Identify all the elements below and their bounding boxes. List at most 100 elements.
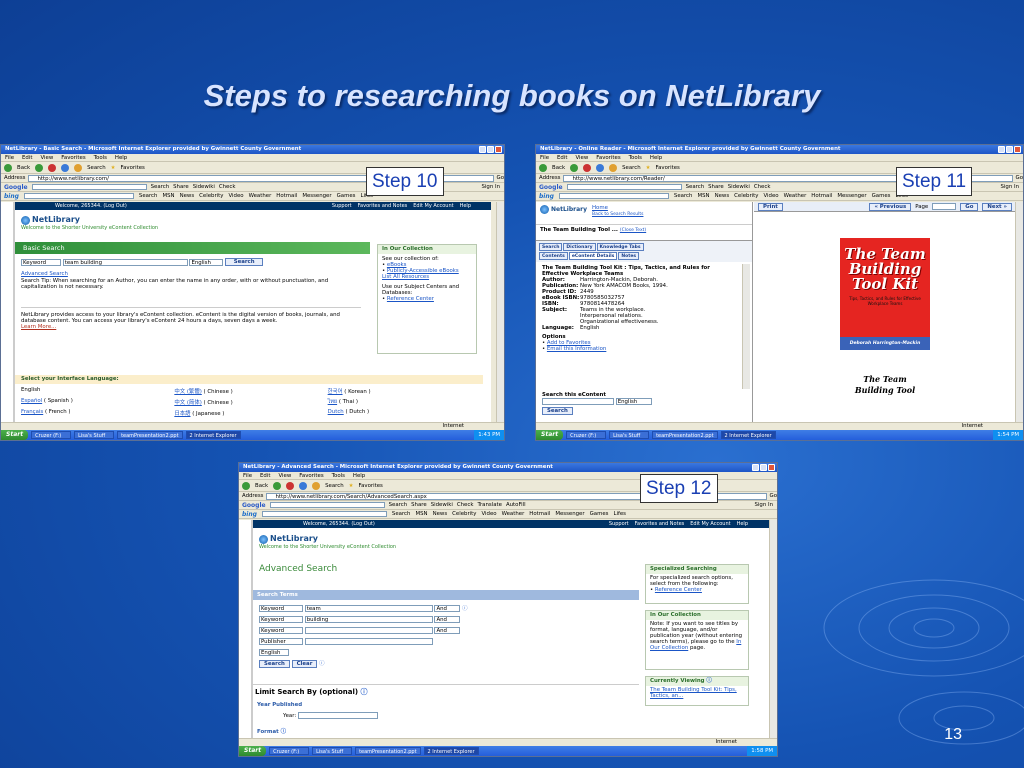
go-button[interactable]: Go [1016, 175, 1023, 181]
back-arrow-icon[interactable] [242, 481, 250, 490]
help-icon[interactable]: ⓘ [361, 688, 368, 696]
language-korean[interactable]: 한국어 ( Korean ) [328, 387, 481, 395]
search-button[interactable]: Search [259, 659, 290, 668]
stop-icon[interactable] [583, 163, 592, 172]
home-icon[interactable] [74, 163, 83, 172]
favorites-toolbar-button[interactable]: Favorites [358, 483, 382, 489]
games-link[interactable]: Games [337, 193, 356, 199]
term-operator-select[interactable]: And [434, 605, 461, 612]
close-button[interactable] [1014, 146, 1021, 153]
support-link[interactable]: Support [332, 202, 352, 210]
bing-search-button[interactable]: Search [392, 511, 411, 517]
bing-search-input[interactable] [558, 193, 669, 199]
favorites-star-icon[interactable]: ★ [111, 165, 116, 171]
hotmail-link[interactable]: Hotmail [276, 193, 297, 199]
forward-arrow-icon[interactable] [35, 163, 44, 172]
menu-file[interactable]: File [243, 472, 252, 479]
taskbar-ie[interactable]: 2 Internet Explorer [185, 431, 241, 439]
bing-search-button[interactable]: Search [139, 193, 158, 199]
reference-center-link[interactable]: Reference Center [387, 296, 434, 302]
menu-tools[interactable]: Tools [94, 154, 107, 161]
term-field-select[interactable]: Keyword [259, 627, 303, 634]
sign-in-button[interactable]: Sign In [755, 502, 773, 508]
term-input[interactable]: building [304, 616, 433, 623]
menu-help[interactable]: Help [353, 472, 365, 479]
favorites-toolbar-button[interactable]: Favorites [655, 165, 679, 171]
back-label[interactable]: Back [255, 483, 268, 489]
favorites-toolbar-button[interactable]: Favorites [120, 165, 144, 171]
back-label[interactable]: Back [552, 165, 565, 171]
google-search-button[interactable]: Search [151, 184, 170, 190]
news-link[interactable]: News [715, 193, 730, 199]
language-select[interactable]: English [189, 258, 224, 266]
previous-page-button[interactable]: « Previous [869, 202, 912, 211]
tab-contents[interactable]: Contents [539, 252, 568, 260]
menu-help[interactable]: Help [115, 154, 127, 161]
messenger-link[interactable]: Messenger [837, 193, 866, 199]
close-button[interactable] [495, 146, 502, 153]
taskbar-ie[interactable]: 2 Internet Explorer [423, 747, 479, 755]
close-button[interactable] [768, 464, 775, 471]
back-label[interactable]: Back [17, 165, 30, 171]
bing-search-button[interactable]: Search [674, 193, 693, 199]
search-toolbar-button[interactable]: Search [325, 483, 344, 489]
help-icon[interactable]: ⓘ [462, 606, 467, 612]
share-button[interactable]: Share [708, 184, 724, 190]
start-button[interactable]: Start [1, 430, 29, 440]
weather-link[interactable]: Weather [784, 193, 807, 199]
menu-tools[interactable]: Tools [629, 154, 642, 161]
search-input[interactable]: team building [62, 258, 188, 266]
search-button[interactable]: Search [225, 258, 264, 266]
language-select[interactable]: English [259, 649, 289, 656]
netlibrary-logo[interactable]: NetLibrary [270, 534, 318, 543]
menu-file[interactable]: File [540, 154, 549, 161]
tab-notes[interactable]: Notes [618, 252, 640, 260]
language-french[interactable]: Français ( French ) [21, 409, 174, 417]
bing-search-input[interactable] [261, 511, 387, 517]
menu-favorites[interactable]: Favorites [299, 472, 323, 479]
close-text-link[interactable]: (Close Text) [620, 228, 646, 233]
games-link[interactable]: Games [872, 193, 891, 199]
menu-help[interactable]: Help [650, 154, 662, 161]
favorites-star-icon[interactable]: ★ [349, 483, 354, 489]
help-link[interactable]: Help [737, 520, 748, 528]
weather-link[interactable]: Weather [249, 193, 272, 199]
term-input[interactable] [304, 627, 433, 634]
language-spanish[interactable]: Español ( Spanish ) [21, 398, 174, 406]
translate-button[interactable]: Translate [477, 502, 501, 508]
tab-dictionary[interactable]: Dictionary [563, 243, 596, 251]
print-button[interactable]: Print [758, 202, 783, 211]
video-link[interactable]: Video [228, 193, 243, 199]
sidewiki-button[interactable]: Sidewiki [431, 502, 453, 508]
google-search-input[interactable] [566, 184, 682, 190]
help-icon[interactable]: ⓘ [319, 661, 324, 667]
language-thai[interactable]: ไทย ( Thai ) [328, 398, 481, 406]
term-operator-select[interactable]: And [434, 627, 461, 634]
msn-link[interactable]: MSN [162, 193, 174, 199]
menu-favorites[interactable]: Favorites [596, 154, 620, 161]
go-button[interactable]: Go [770, 493, 777, 499]
help-link[interactable]: Help [460, 202, 471, 210]
share-button[interactable]: Share [173, 184, 189, 190]
sidewiki-button[interactable]: Sidewiki [728, 184, 750, 190]
tab-knowledge[interactable]: Knowledge Tabs [596, 243, 644, 251]
menu-view[interactable]: View [40, 154, 53, 161]
sign-in-button[interactable]: Sign In [482, 184, 500, 190]
menu-edit[interactable]: Edit [260, 472, 270, 479]
netlibrary-logo[interactable]: NetLibrary [551, 206, 587, 213]
weather-link[interactable]: Weather [502, 511, 525, 517]
term-field-select[interactable]: Keyword [259, 605, 303, 612]
google-search-input[interactable] [31, 184, 147, 190]
refresh-icon[interactable] [299, 481, 308, 490]
language-japanese[interactable]: 日本語 ( Japanese ) [174, 409, 327, 417]
stop-icon[interactable] [286, 481, 295, 490]
check-button[interactable]: Check [219, 184, 236, 190]
messenger-link[interactable]: Messenger [302, 193, 331, 199]
taskbar-ppt[interactable]: teamPresentation2.ppt [117, 431, 183, 439]
clear-button[interactable]: Clear [291, 659, 318, 668]
check-button[interactable]: Check [457, 502, 474, 508]
taskbar-cruzer[interactable]: Cruzer (F:) [566, 431, 607, 439]
taskbar-lisa[interactable]: Lisa's Stuff [74, 431, 115, 439]
go-button[interactable]: Go [497, 175, 504, 181]
next-page-button[interactable]: Next » [982, 202, 1012, 211]
